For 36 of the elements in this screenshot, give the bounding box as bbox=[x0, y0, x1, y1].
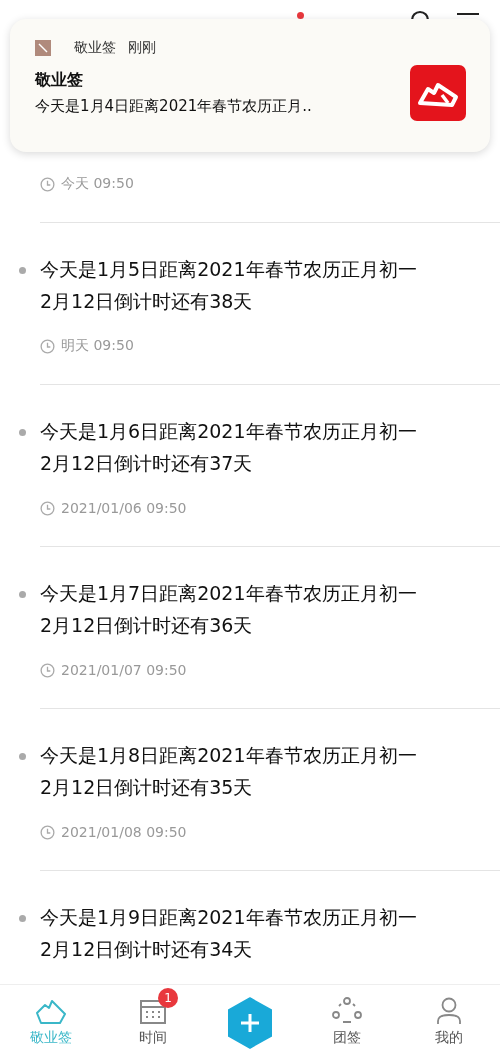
clock-icon bbox=[40, 500, 55, 516]
notification-time: 刚刚 bbox=[128, 39, 156, 57]
reminder-time: 明天 09:50 bbox=[61, 337, 134, 355]
reminder-time: 2021/01/08 09:50 bbox=[61, 824, 187, 840]
clock-icon bbox=[40, 662, 55, 678]
bullet-icon bbox=[19, 267, 26, 274]
add-button[interactable] bbox=[225, 995, 275, 1051]
clock-icon bbox=[40, 824, 55, 840]
tab[interactable]: 1 时间 bbox=[123, 987, 183, 1047]
note-text[interactable]: 今天是1月5日距离2021年春节农历正月初一 2月12日倒计时还有38天 bbox=[40, 253, 500, 317]
notification-card[interactable]: 敬业签 刚刚 敬业签 今天是1月4日距离2021年春节农历正月.. bbox=[10, 19, 490, 152]
app-name: 敬业签 bbox=[74, 39, 116, 57]
bullet-icon bbox=[19, 915, 26, 922]
reminder-time: 今天 09:50 bbox=[61, 175, 134, 193]
profile-icon bbox=[436, 997, 462, 1025]
count-badge: 1 bbox=[158, 988, 178, 1008]
reminder-time: 2021/01/07 09:50 bbox=[61, 662, 187, 678]
notes-icon bbox=[35, 999, 67, 1025]
app-logo-icon bbox=[410, 65, 466, 121]
notification-message: 今天是1月4日距离2021年春节农历正月.. bbox=[35, 96, 312, 117]
calendar-icon bbox=[140, 999, 166, 1025]
note-text[interactable]: 今天是1月6日距离2021年春节农历正月初一 2月12日倒计时还有37天 bbox=[40, 415, 500, 479]
team-icon bbox=[332, 997, 362, 1025]
bullet-icon bbox=[19, 429, 26, 436]
clock-icon bbox=[40, 338, 55, 354]
clock-icon bbox=[40, 176, 55, 192]
bullet-icon bbox=[19, 591, 26, 598]
note-text[interactable]: 今天是1月9日距离2021年春节农历正月初一 2月12日倒计时还有34天 bbox=[40, 901, 500, 965]
notification-title: 敬业签 bbox=[35, 69, 84, 91]
tab[interactable]: 我的 bbox=[419, 987, 479, 1047]
bullet-icon bbox=[19, 753, 26, 760]
app-icon bbox=[35, 40, 51, 56]
tab[interactable]: 团签 bbox=[317, 987, 377, 1047]
note-text[interactable]: 今天是1月8日距离2021年春节农历正月初一 2月12日倒计时还有35天 bbox=[40, 739, 500, 803]
note-text[interactable]: 今天是1月7日距离2021年春节农历正月初一 2月12日倒计时还有36天 bbox=[40, 577, 500, 641]
reminder-time: 2021/01/06 09:50 bbox=[61, 500, 187, 516]
